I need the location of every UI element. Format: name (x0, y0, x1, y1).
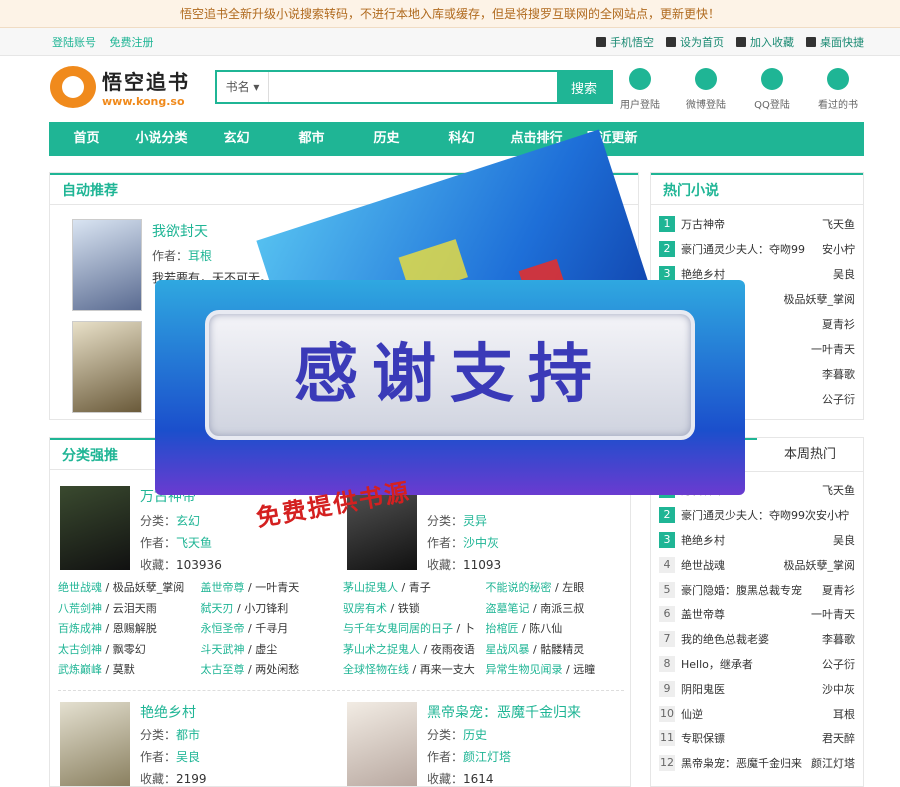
phone-icon (596, 36, 606, 47)
book-category: 分类：都市 (140, 728, 201, 742)
link-item[interactable]: 盗墓笔记 / 南派三叔 (486, 600, 629, 621)
book-card[interactable]: 艳绝乡村 分类：都市 作者：吴良 收藏：2199 (50, 702, 330, 787)
link-item[interactable]: 驭房有术 / 铁锁 (343, 600, 486, 621)
link-item[interactable]: 绝世战魂 / 极品妖孽_掌阅 (58, 579, 201, 600)
link-item[interactable]: 星战风暴 / 骷髅精灵 (486, 641, 629, 662)
home-icon (666, 36, 676, 47)
logo-text: 悟空追书 (102, 70, 190, 94)
quick-actions: 用户登陆 微博登陆 QQ登陆 看过的书 (616, 66, 862, 111)
list-item[interactable]: 8 Hello，继承者 公子衍 (651, 652, 863, 677)
link-item[interactable]: 斗天武神 / 虚尘 (201, 641, 344, 662)
link-item[interactable]: 异常生物见闻录 / 远瞳 (486, 661, 629, 682)
list-item[interactable]: 6 盖世帝尊 一叶青天 (651, 602, 863, 627)
search-box: 书名 ▾ 搜索 (215, 70, 613, 104)
header: 悟空追书 www.kong.so 书名 ▾ 搜索 用户登陆 微博登陆 QQ登陆 … (0, 56, 900, 120)
book-card[interactable]: 黑帝枭宠：恶魔千金归来 分类：历史 作者：颜江灯塔 收藏：1614 (337, 702, 617, 787)
qq-icon (761, 68, 783, 90)
link-item[interactable]: 武炼巅峰 / 莫默 (58, 661, 201, 682)
top-right-links: 手机悟空 设为首页 加入收藏 桌面快捷 (596, 34, 864, 50)
category-links: 绝世战魂 / 极品妖孽_掌阅 盖世帝尊 / 一叶青天 茅山捉鬼人 / 青子 不能… (58, 579, 628, 682)
search-input[interactable] (269, 72, 557, 102)
monkey-logo-icon (50, 66, 96, 108)
link-item[interactable]: 茅山捉鬼人 / 青子 (343, 579, 486, 600)
link-item[interactable]: 不能说的秘密 / 左眼 (486, 579, 629, 600)
tab-weekly[interactable]: 本周热门 (757, 438, 863, 471)
book-cover[interactable] (347, 702, 417, 786)
qq-login-button[interactable]: QQ登陆 (748, 66, 796, 111)
link-item[interactable]: 百炼成神 / 恩赐解脱 (58, 620, 201, 641)
link-item[interactable]: 抬棺匠 / 陈八仙 (486, 620, 629, 641)
book-cover[interactable] (60, 702, 130, 786)
link-item[interactable]: 八荒剑神 / 云泪天雨 (58, 600, 201, 621)
list-item[interactable]: 5 豪门隐婚：腹黑总裁专宠 夏青衫 (651, 577, 863, 602)
search-type-select[interactable]: 书名 ▾ (217, 72, 269, 102)
history-icon (827, 68, 849, 90)
desktop-shortcut-link[interactable]: 桌面快捷 (806, 34, 864, 50)
list-item[interactable]: 10 仙逆 耳根 (651, 701, 863, 726)
account-links: 登陆账号 免费注册 (52, 34, 164, 50)
book-title[interactable]: 艳绝乡村 (140, 702, 196, 722)
logo-url: www.kong.so (102, 95, 185, 108)
promo-main-text: 感谢支持 (205, 310, 695, 440)
list-item[interactable]: 9 阴阳鬼医 沙中灰 (651, 676, 863, 701)
book-author: 作者：吴良 (140, 750, 201, 764)
book-cover[interactable] (60, 486, 130, 570)
user-login-button[interactable]: 用户登陆 (616, 66, 664, 111)
book-cover[interactable] (72, 321, 142, 413)
star-icon (736, 36, 746, 47)
site-notice: 悟空追书全新升级小说搜索转码，不进行本地入库或缓存，但是将搜罗互联网的全网站点，… (0, 0, 900, 28)
book-cover[interactable] (72, 219, 142, 311)
set-homepage-link[interactable]: 设为首页 (666, 34, 724, 50)
list-item[interactable]: 7 我的绝色总裁老婆 李暮歌 (651, 627, 863, 652)
list-item[interactable]: 11 专职保镖 君天醉 (651, 726, 863, 751)
promo-banner[interactable]: 感谢支持 (155, 280, 745, 495)
bookmark-link[interactable]: 加入收藏 (736, 34, 794, 50)
link-item[interactable]: 盖世帝尊 / 一叶青天 (201, 579, 344, 600)
weibo-icon (695, 68, 717, 90)
nav-home[interactable]: 首页 (49, 122, 124, 156)
register-link[interactable]: 免费注册 (110, 36, 154, 49)
search-button[interactable]: 搜索 (557, 72, 611, 102)
book-title[interactable]: 黑帝枭宠：恶魔千金归来 (427, 702, 581, 722)
book-hits: 收藏：2199 (140, 772, 207, 786)
link-item[interactable]: 永恒圣帝 / 千寻月 (201, 620, 344, 641)
divider (58, 690, 624, 691)
link-item[interactable]: 全球怪物在线 / 再来一支大 (343, 661, 486, 682)
weibo-login-button[interactable]: 微博登陆 (682, 66, 730, 111)
book-hits: 收藏：1614 (427, 772, 494, 786)
promo-overlay[interactable]: 感谢支持 免费提供书源 (150, 129, 760, 560)
desktop-icon (806, 36, 816, 47)
site-logo[interactable]: 悟空追书 www.kong.so (50, 64, 190, 110)
link-item[interactable]: 茅山术之捉鬼人 / 夜雨夜语 (343, 641, 486, 662)
link-item[interactable]: 与千年女鬼同居的日子 / 卜 (343, 620, 486, 641)
user-icon (629, 68, 651, 90)
top-bar: 登陆账号 免费注册 手机悟空 设为首页 加入收藏 桌面快捷 (0, 28, 900, 56)
book-category: 分类：历史 (427, 728, 488, 742)
list-item[interactable]: 12 黑帝枭宠：恶魔千金归来 颜江灯塔 (651, 751, 863, 776)
book-author: 作者：颜江灯塔 (427, 750, 512, 764)
login-link[interactable]: 登陆账号 (52, 36, 96, 49)
mobile-link[interactable]: 手机悟空 (596, 34, 654, 50)
history-button[interactable]: 看过的书 (814, 66, 862, 111)
link-item[interactable]: 太古至尊 / 两处闲愁 (201, 661, 344, 682)
link-item[interactable]: 太古剑神 / 飘零幻 (58, 641, 201, 662)
link-item[interactable]: 弑天刃 / 小刀锋利 (201, 600, 344, 621)
